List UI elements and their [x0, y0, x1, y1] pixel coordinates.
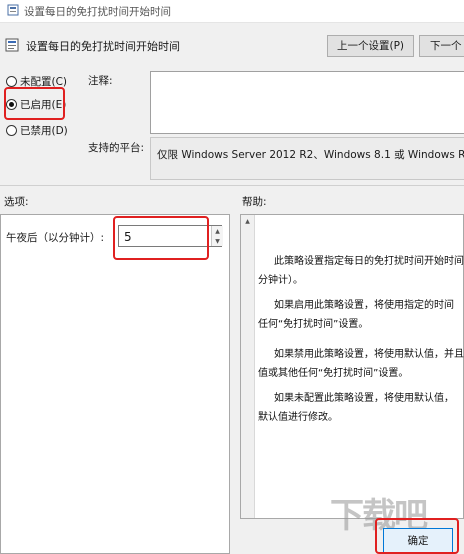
help-paragraph: 如果禁用此策略设置，将使用默认值，并且 值或其他任何“免打扰时间”设置。 — [258, 349, 464, 379]
spin-up-icon[interactable]: ▲ — [212, 226, 223, 236]
next-setting-button[interactable]: 下一个 — [419, 35, 464, 57]
title-bar: 设置每日的免打扰时间开始时间 — [0, 0, 464, 23]
help-paragraph: 如果启用此策略设置，将使用指定的时间 任何“免打扰时间”设置。 — [258, 300, 454, 330]
help-paragraph: 如果未配置此策略设置，将使用默认值， 默认值进行修改。 — [258, 393, 454, 423]
options-panel — [0, 214, 230, 554]
minutes-label: 午夜后（以分钟计）: — [6, 232, 105, 244]
radio-circle[interactable] — [6, 75, 17, 87]
section-divider — [0, 185, 464, 186]
minutes-spinner[interactable]: ▲ ▼ — [211, 226, 223, 246]
highlight-box-minutes — [113, 216, 209, 260]
previous-setting-button[interactable]: 上一个设置(P) — [327, 35, 414, 57]
help-paragraph: 此策略设置指定每日的免打扰时间开始时间 分钟计）。 — [258, 256, 464, 286]
comment-label: 注释: — [88, 75, 113, 87]
spin-down-icon[interactable]: ▼ — [212, 236, 223, 246]
options-label: 选项: — [4, 196, 29, 208]
radio-disabled[interactable]: 已禁用(D) — [6, 122, 68, 138]
comment-textarea[interactable] — [150, 71, 464, 134]
highlight-box-enabled — [4, 87, 65, 120]
scroll-up-icon[interactable]: ▲ — [241, 215, 254, 225]
radio-label: 已禁用(D) — [20, 124, 68, 137]
setting-icon — [5, 38, 19, 52]
highlight-box-ok — [375, 518, 459, 554]
platform-value: 仅限 Windows Server 2012 R2、Windows 8.1 或 … — [150, 137, 464, 180]
window-title: 设置每日的免打扰时间开始时间 — [24, 6, 171, 18]
help-scrollbar[interactable]: ▲ — [241, 215, 255, 518]
help-label: 帮助: — [242, 196, 267, 208]
radio-circle[interactable] — [6, 124, 17, 136]
platform-label: 支持的平台: — [88, 142, 145, 154]
policy-icon — [7, 4, 19, 16]
setting-title: 设置每日的免打扰时间开始时间 — [26, 40, 180, 53]
